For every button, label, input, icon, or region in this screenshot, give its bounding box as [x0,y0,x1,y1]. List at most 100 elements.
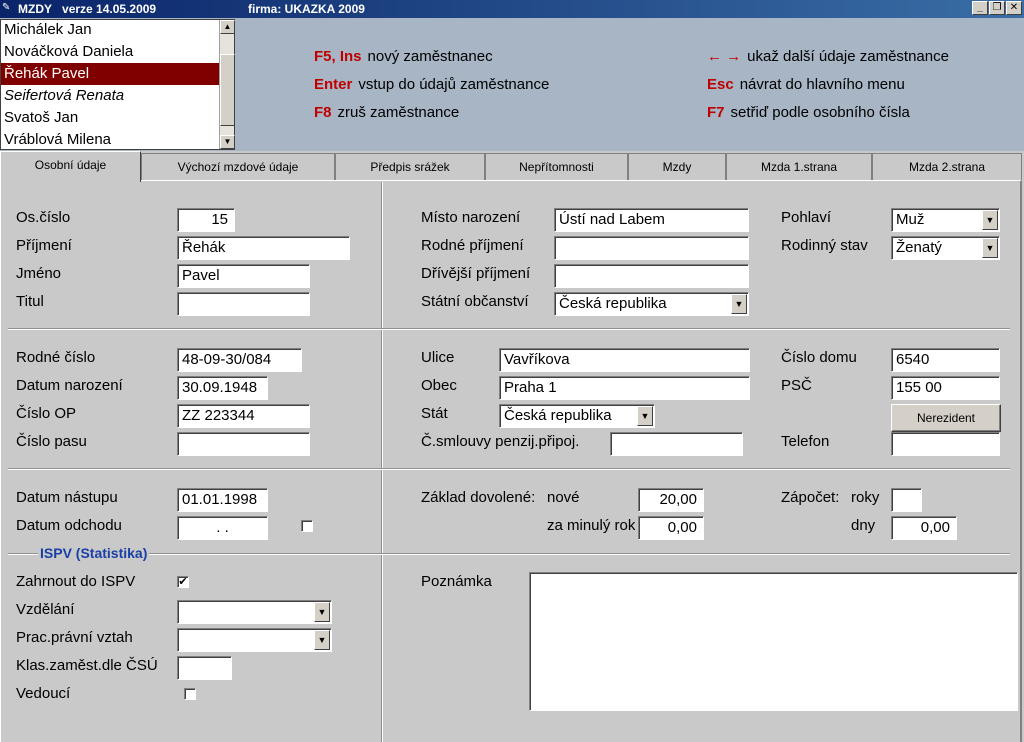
tab-mzda-2-strana[interactable]: Mzda 2.strana [872,153,1022,180]
datum-nastupu-label: Datum nástupu [16,489,118,506]
jmeno-field[interactable]: Pavel [177,264,310,288]
roky-label: roky [851,489,880,506]
obcanstvi-select[interactable]: Česká republika ▼ [554,292,749,316]
chevron-down-icon[interactable]: ▼ [982,238,998,258]
prac-pravni-vztah-select[interactable]: ▼ [177,628,332,652]
drivejsi-prijmeni-field[interactable] [554,264,749,288]
scroll-thumb[interactable] [220,54,235,126]
tab-osobni-udaje[interactable]: Osobní údaje [0,151,141,182]
employee-list-item[interactable]: Nováčková Daniela [1,41,219,63]
ulice-field[interactable]: Vavříkova [499,348,750,372]
misto-narozeni-label: Místo narození [421,209,521,226]
employee-list-scrollbar[interactable]: ▲ ▼ [219,20,235,149]
employee-list-item[interactable]: Michálek Jan [1,19,219,41]
chevron-down-icon[interactable]: ▼ [982,210,998,230]
vzdelani-label: Vzdělání [16,601,75,618]
minimize-button[interactable]: _ [972,1,988,15]
stat-select[interactable]: Česká republika ▼ [499,404,655,428]
psc-field[interactable]: 155 00 [891,376,1000,400]
ispv-group-title: ISPV (Statistika) [38,545,150,561]
nerezident-button[interactable]: Nerezident [891,404,1001,432]
hotkey-enter: Enter vstup do údajů zaměstnance [314,76,550,93]
tab-mzdy[interactable]: Mzdy [628,153,726,180]
datum-narozeni-field[interactable]: 30.09.1948 [177,376,268,400]
close-button[interactable]: ✕ [1006,1,1022,15]
vzdelani-select[interactable]: ▼ [177,600,332,624]
section-divider-3 [8,553,1010,555]
cislo-pasu-label: Číslo pasu [16,433,87,450]
app-icon: ✎ [2,2,11,13]
tab-nepritomnosti[interactable]: Nepřítomnosti [485,153,628,180]
telefon-field[interactable] [891,432,1000,456]
employee-list[interactable]: Michálek Jan Nováčková Daniela Řehák Pavel… [0,19,235,150]
dny-label: dny [851,517,876,534]
klas-zamest-field[interactable] [177,656,232,680]
minuly-rok-label: za minulý rok [547,517,636,534]
tab-vychozi-mzdove-udaje[interactable]: Výchozí mzdové údaje [141,153,335,180]
rodinny-stav-label: Rodinný stav [781,237,868,254]
psc-label: PSČ [781,377,812,394]
restore-button[interactable]: ❐ [989,1,1005,15]
scroll-down-button[interactable]: ▼ [220,135,235,149]
obec-field[interactable]: Praha 1 [499,376,750,400]
column-divider [381,182,383,742]
employee-list-item[interactable]: Svatoš Jan [1,107,219,129]
datum-nastupu-field[interactable]: 01.01.1998 [177,488,268,512]
hotkey-esc: Esc návrat do hlavního menu [707,76,905,93]
chevron-down-icon[interactable]: ▼ [314,602,330,622]
vedouci-label: Vedoucí [16,685,71,702]
firm-title: firma: UKAZKA 2009 [248,2,365,16]
dovolena-nove-field[interactable]: 20,00 [638,488,704,512]
poznamka-textarea[interactable] [529,572,1018,711]
jmeno-label: Jméno [16,265,62,282]
rodne-prijmeni-label: Rodné příjmení [421,237,524,254]
titul-label: Titul [16,293,44,310]
dovolena-minuly-rok-field[interactable]: 0,00 [638,516,704,540]
oscislo-field[interactable]: 15 [177,208,235,232]
drivejsi-prijmeni-label: Dřívější příjmení [421,265,531,282]
ispv-checkbox[interactable]: ✔ [177,576,189,588]
klas-zamest-label: Klas.zaměst.dle ČSÚ [16,657,158,674]
cislo-domu-field[interactable]: 6540 [891,348,1000,372]
obec-label: Obec [421,377,457,394]
chevron-down-icon[interactable]: ▼ [314,630,330,650]
tab-mzda-1-strana[interactable]: Mzda 1.strana [726,153,872,180]
tab-predpis-srazek[interactable]: Předpis srážek [335,153,485,180]
smlouva-penzijni-field[interactable] [610,432,743,456]
telefon-label: Telefon [781,433,830,450]
obcanstvi-label: Státní občanství [421,293,529,310]
rodne-cislo-label: Rodné číslo [16,349,96,366]
employee-list-item[interactable]: Seifertová Renata [1,85,219,107]
employee-list-item[interactable]: Řehák Pavel [1,63,219,85]
app-title: MZDY verze 14.05.2009 [18,2,157,16]
odchod-checkbox[interactable] [301,520,313,532]
rodinny-stav-select[interactable]: Ženatý ▼ [891,236,1000,260]
chevron-down-icon[interactable]: ▼ [637,406,653,426]
rodne-cislo-field[interactable]: 48-09-30/084 [177,348,302,372]
zapocet-dny-field[interactable]: 0,00 [891,516,957,540]
cislo-op-field[interactable]: ZZ 223344 [177,404,310,428]
zaklad-dovolene-label: Základ dovolené: [421,489,536,506]
pohlavi-select[interactable]: Muž ▼ [891,208,1000,232]
vedouci-checkbox[interactable] [184,688,196,700]
prijmeni-label: Příjmení [16,237,72,254]
zahrnout-ispv-label: Zahrnout do ISPV [16,573,136,590]
oscislo-label: Os.číslo [16,209,71,226]
titul-field[interactable] [177,292,310,316]
scroll-up-button[interactable]: ▲ [220,20,235,34]
employee-list-item[interactable]: Vráblová Milena [1,129,219,151]
datum-odchodu-field[interactable]: . . [177,516,268,540]
rodne-prijmeni-field[interactable] [554,236,749,260]
hotkey-sort: F7 setřiď podle osobního čísla [707,104,910,121]
nove-label: nové [547,489,580,506]
chevron-down-icon[interactable]: ▼ [731,294,747,314]
datum-odchodu-label: Datum odchodu [16,517,122,534]
misto-narozeni-field[interactable]: Ústí nad Labem [554,208,749,232]
zapocet-roky-field[interactable] [891,488,922,512]
hotkey-arrows: ← → ukaž další údaje zaměstnance [707,48,949,65]
cislo-pasu-field[interactable] [177,432,310,456]
prijmeni-field[interactable]: Řehák [177,236,350,260]
cislo-domu-label: Číslo domu [781,349,857,366]
cislo-op-label: Číslo OP [16,405,77,422]
section-divider-2 [8,468,1010,470]
